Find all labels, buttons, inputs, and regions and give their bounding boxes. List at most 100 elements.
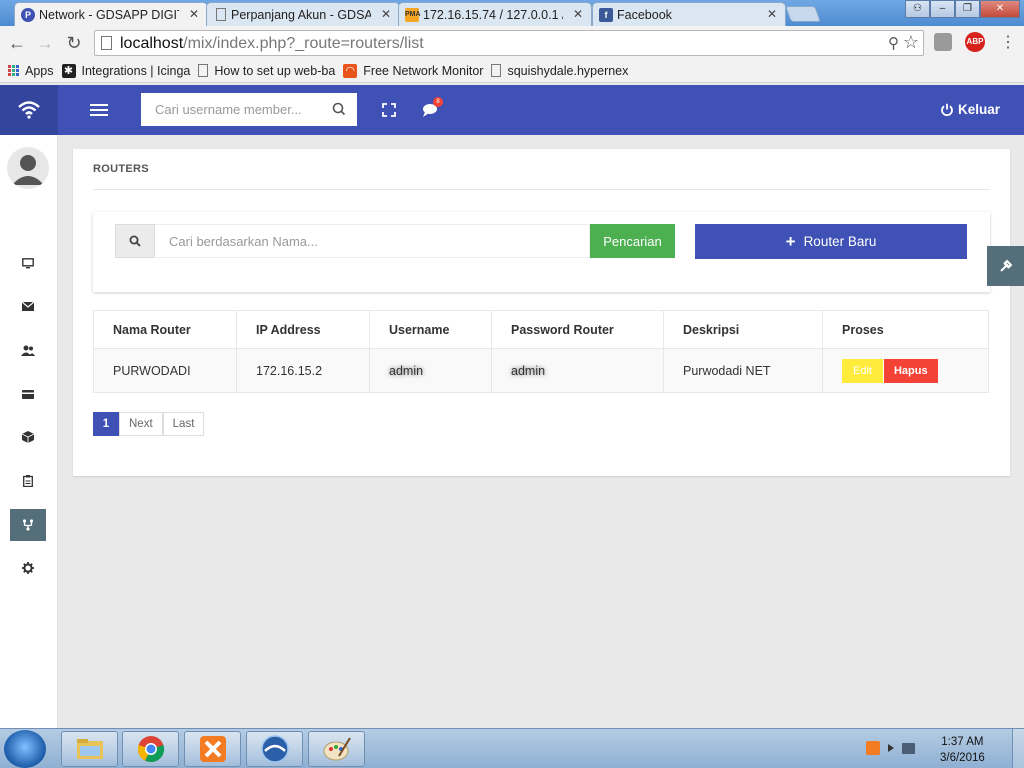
close-icon[interactable]: ✕ [767, 7, 777, 21]
tools-panel-toggle[interactable] [987, 246, 1024, 286]
bookmark-apps[interactable]: Apps [8, 64, 54, 78]
avatar[interactable] [7, 147, 49, 189]
edit-button[interactable]: Edit [842, 358, 883, 383]
url-host: localhost [120, 35, 184, 52]
tools-icon [999, 259, 1012, 272]
taskbar-vpn[interactable] [246, 731, 303, 767]
column-header: Proses [822, 310, 989, 349]
reload-icon[interactable]: ↻ [62, 31, 86, 55]
wifi-icon [18, 101, 40, 119]
wifi-logo[interactable] [0, 85, 58, 135]
minimize-button[interactable]: – [930, 0, 955, 18]
new-router-button[interactable]: + Router Baru [695, 224, 967, 259]
url-text[interactable]: localhost/mix/index.php?_route=routers/l… [120, 35, 424, 53]
icinga-icon: ✱ [61, 63, 76, 78]
tab-label: 172.16.15.74 / 127.0.0.1 / [423, 8, 563, 22]
app-header [0, 85, 1024, 135]
router-search-addon [115, 224, 155, 258]
chrome-menu-icon[interactable]: ⋮ [1000, 32, 1016, 52]
member-search-input[interactable] [141, 93, 357, 126]
browser-tab-facebook[interactable]: f Facebook ✕ [592, 2, 786, 26]
speaker-icon[interactable] [888, 744, 894, 752]
search-icon[interactable] [331, 101, 347, 117]
browser-tab-gdsapp[interactable]: P Network - GDSAPP DIGITA ✕ [14, 2, 208, 26]
extension-icon[interactable] [934, 33, 952, 51]
fullscreen-icon[interactable] [382, 103, 396, 117]
logout-label: Keluar [958, 102, 1001, 117]
user-avatar-icon [12, 155, 44, 185]
close-window-button[interactable]: ✕ [980, 0, 1020, 18]
column-header: Nama Router [93, 310, 237, 349]
bookmark-web-based[interactable]: How to set up web-ba [198, 64, 335, 78]
page-icon [491, 64, 502, 77]
router-username-cell: admin [369, 348, 492, 393]
system-clock[interactable]: 1:37 AM 3/6/2016 [940, 734, 985, 766]
page-icon [198, 64, 209, 77]
monitor-icon: ◠ [343, 63, 358, 78]
sidebar-item-billing[interactable] [10, 378, 46, 410]
last-page-button[interactable]: Last [162, 412, 205, 436]
taskbar-explorer[interactable] [61, 731, 118, 767]
close-icon[interactable]: ✕ [189, 7, 199, 21]
page-1-button[interactable]: 1 [93, 412, 119, 436]
next-page-button[interactable]: Next [119, 412, 163, 436]
column-header: Deskripsi [663, 310, 823, 349]
adblock-icon[interactable]: ABP [965, 32, 985, 52]
system-tray [866, 741, 915, 755]
column-header: IP Address [236, 310, 370, 349]
taskbar-paint[interactable] [308, 731, 365, 767]
bookmark-squishydale[interactable]: squishydale.hypernex [491, 64, 628, 78]
sidebar-item-messages[interactable] [10, 290, 46, 322]
close-icon[interactable]: ✕ [573, 7, 583, 21]
url-path: /mix/index.php?_route=routers/list [183, 35, 424, 52]
sidebar-item-network[interactable] [10, 509, 46, 541]
menu-toggle-icon[interactable] [90, 104, 108, 116]
browser-tab-perpanjang[interactable]: Perpanjang Akun - GDSAP ✕ [206, 2, 400, 26]
forward-icon[interactable]: → [33, 31, 57, 55]
router-password-cell: admin [491, 348, 664, 393]
notification-badge: 8 [433, 97, 443, 107]
explorer-icon [76, 739, 103, 759]
back-icon[interactable]: ← [5, 31, 29, 55]
maximize-button[interactable]: ❐ [955, 0, 980, 18]
bookmark-icinga[interactable]: ✱ Integrations | Icinga [61, 63, 190, 78]
sidebar-item-dashboard[interactable] [10, 247, 46, 279]
taskbar-xampp[interactable] [184, 731, 241, 767]
show-desktop-button[interactable] [1012, 729, 1024, 768]
vpn-icon [260, 735, 289, 763]
close-icon[interactable]: ✕ [381, 7, 391, 21]
network-tray-icon[interactable] [902, 743, 915, 754]
bookmark-label: Free Network Monitor [363, 63, 484, 78]
router-search-panel: Pencarian + Router Baru [93, 212, 990, 292]
delete-button[interactable]: Hapus [883, 358, 938, 383]
taskbar-chrome[interactable] [122, 731, 179, 767]
routers-table: Nama Router IP Address Username Password… [93, 310, 989, 393]
search-button[interactable]: Pencarian [590, 224, 675, 258]
star-icon[interactable]: ☆ [903, 32, 919, 53]
zoom-icon[interactable]: ⚲ [888, 34, 899, 52]
logout-button[interactable]: Keluar [940, 102, 1000, 117]
table-row: PURWODADI 172.16.15.2 admin admin Purwod… [93, 348, 989, 393]
bookmarks-bar: Apps ✱ Integrations | Icinga How to set … [0, 59, 1024, 83]
sidebar-item-members[interactable] [10, 334, 46, 366]
user-icon[interactable]: ⚇ [905, 0, 930, 18]
bookmark-label: Apps [25, 63, 54, 78]
sidebar-item-settings[interactable] [10, 552, 46, 584]
bookmark-network-monitor[interactable]: ◠ Free Network Monitor [343, 63, 484, 78]
clock-time: 1:37 AM [941, 736, 984, 748]
router-search-input[interactable] [155, 224, 590, 258]
start-button[interactable] [4, 730, 46, 768]
sidebar-item-reports[interactable] [10, 465, 46, 497]
tab-label: Network - GDSAPP DIGITA [39, 8, 179, 22]
xampp-tray-icon[interactable] [866, 741, 880, 755]
browser-tab-phpmyadmin[interactable]: PMA 172.16.15.74 / 127.0.0.1 / ✕ [398, 2, 592, 26]
bookmark-label: How to set up web-ba [214, 63, 336, 78]
address-bar[interactable]: localhost/mix/index.php?_route=routers/l… [94, 30, 924, 56]
users-icon [21, 345, 35, 356]
new-tab-button[interactable] [785, 6, 821, 22]
page-icon [101, 36, 112, 50]
mail-icon [22, 301, 34, 311]
sidebar-item-packages[interactable] [10, 421, 46, 453]
tab-label: Perpanjang Akun - GDSAP [231, 8, 371, 22]
tab-label: Facebook [617, 8, 672, 22]
